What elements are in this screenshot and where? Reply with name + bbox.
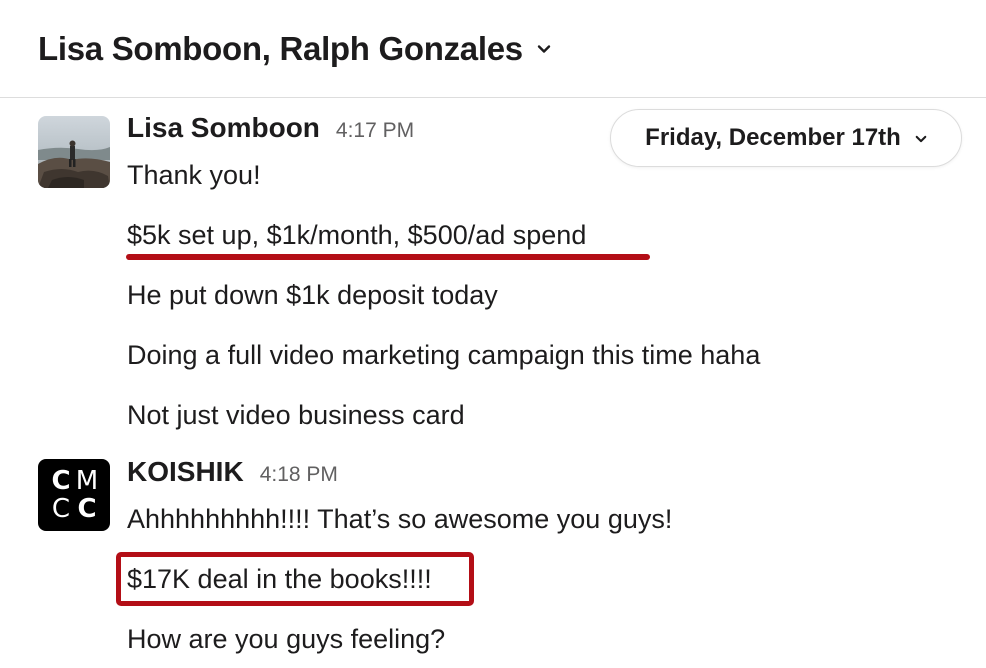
- message-line: How are you guys feeling?: [127, 624, 446, 654]
- sender-name[interactable]: Lisa Somboon: [127, 112, 320, 144]
- message-timestamp[interactable]: 4:18 PM: [260, 463, 338, 487]
- message-line: Ahhhhhhhhh!!!! That’s so awesome you guy…: [127, 504, 673, 534]
- sender-name[interactable]: KOISHIK: [127, 456, 244, 488]
- logo-letter: C: [51, 494, 71, 524]
- annotation-underline: [126, 254, 650, 260]
- date-divider-label: Friday, December 17th: [645, 124, 901, 151]
- conversation-title-button[interactable]: Lisa Somboon, Ralph Gonzales: [38, 30, 551, 68]
- message-header: KOISHIK 4:18 PM: [127, 456, 338, 488]
- conversation-title: Lisa Somboon, Ralph Gonzales: [38, 30, 523, 67]
- conversation-header: Lisa Somboon, Ralph Gonzales: [0, 0, 986, 98]
- message-line: Thank you!: [127, 160, 261, 190]
- logo-letter: C: [77, 494, 97, 524]
- cmcc-logo-icon: C M C C: [38, 459, 110, 531]
- avatar[interactable]: [38, 116, 110, 188]
- logo-letter: C: [51, 466, 71, 496]
- chevron-down-icon: [915, 132, 927, 144]
- message-timestamp[interactable]: 4:17 PM: [336, 119, 414, 143]
- logo-letter: M: [75, 466, 99, 496]
- message-line: He put down $1k deposit today: [127, 280, 498, 310]
- message-line: Doing a full video marketing campaign th…: [127, 340, 761, 370]
- message-header: Lisa Somboon 4:17 PM: [127, 112, 414, 144]
- chevron-down-icon: [537, 42, 551, 56]
- message-line: Not just video business card: [127, 400, 465, 430]
- message-line: $5k set up, $1k/month, $500/ad spend: [127, 220, 587, 250]
- annotation-highlight-box: [116, 552, 474, 606]
- avatar[interactable]: C M C C: [38, 459, 110, 531]
- date-divider-button[interactable]: Friday, December 17th: [610, 109, 962, 167]
